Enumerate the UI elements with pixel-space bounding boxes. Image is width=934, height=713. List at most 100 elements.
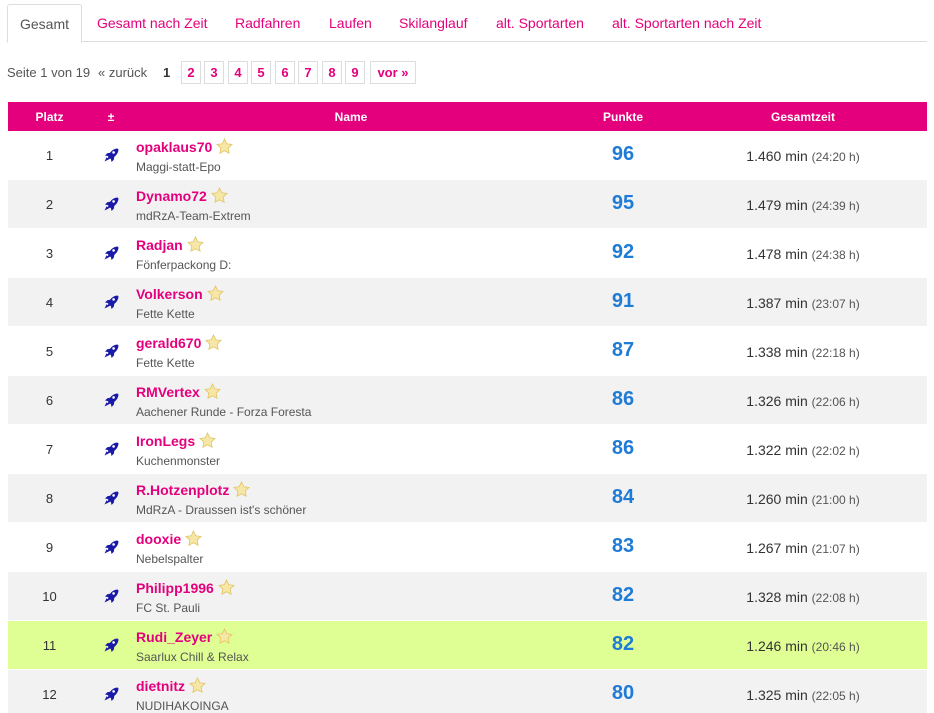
user-name: gerald670	[136, 335, 202, 351]
tab-gesamt-nach-zeit[interactable]: Gesamt nach Zeit	[97, 4, 208, 42]
table-row: 12 dietnitz NUDIHAKOINGA 80 1.325 min (22:05…	[8, 670, 927, 713]
tab-radfahren[interactable]: Radfahren	[235, 4, 300, 42]
page-link-4[interactable]: 4	[228, 61, 248, 84]
rank-cell: 2	[45, 197, 54, 212]
rank-cell: 10	[42, 589, 57, 604]
time-hours: (24:38 h)	[811, 248, 860, 262]
user-name-link[interactable]: dietnitz	[136, 677, 206, 694]
tab-alt-sportarten-nach-zeit[interactable]: alt. Sportarten nach Zeit	[612, 4, 761, 42]
rank-cell: 8	[45, 491, 54, 506]
team-name: Maggi-statt-Epo	[136, 160, 221, 174]
rocket-icon	[103, 294, 119, 310]
total-time: 1.328 min (22:08 h)	[698, 589, 908, 605]
time-hours: (21:07 h)	[811, 542, 860, 556]
page-link-9[interactable]: 9	[345, 61, 365, 84]
table-row: 7 IronLegs Kuchenmonster 86 1.322 min (22:02…	[8, 425, 927, 474]
rank-cell: 3	[45, 246, 54, 261]
total-time: 1.260 min (21:00 h)	[698, 491, 908, 507]
points-value: 87	[611, 339, 635, 361]
user-name: Radjan	[136, 237, 183, 253]
current-page: 1	[163, 65, 171, 80]
user-name: Rudi_Zeyer	[136, 629, 213, 645]
points-value: 83	[611, 535, 635, 557]
header-platz: Platz	[35, 110, 64, 124]
table-row: 4 Volkerson Fette Kette 91 1.387 min (23:07 …	[8, 278, 927, 327]
time-minutes: 1.267 min	[746, 540, 808, 556]
time-hours: (22:02 h)	[811, 444, 860, 458]
user-name-link[interactable]: Radjan	[136, 236, 204, 253]
total-time: 1.322 min (22:02 h)	[698, 442, 908, 458]
rocket-icon	[103, 637, 119, 653]
page-link-2[interactable]: 2	[181, 61, 201, 84]
ranking-table: Platz ± Name Punkte Gesamtzeit 1 opaklaus…	[8, 102, 927, 713]
time-hours: (24:20 h)	[811, 150, 860, 164]
team-name: Fönferpackong D:	[136, 258, 232, 272]
table-body: 1 opaklaus70 Maggi-statt-Epo 96 1.460 min (2…	[8, 131, 927, 713]
star-icon	[233, 481, 251, 498]
user-name: opaklaus70	[136, 139, 213, 155]
time-minutes: 1.325 min	[746, 687, 808, 703]
user-name: Dynamo72	[136, 188, 207, 204]
page-link-3[interactable]: 3	[204, 61, 224, 84]
page-link-7[interactable]: 7	[298, 61, 318, 84]
team-name: Fette Kette	[136, 356, 195, 370]
rocket-icon	[103, 147, 119, 163]
points-value: 80	[611, 682, 635, 704]
time-hours: (21:00 h)	[811, 493, 860, 507]
rank-cell: 12	[42, 687, 57, 702]
user-name-link[interactable]: gerald670	[136, 334, 223, 351]
user-name: dooxie	[136, 531, 182, 547]
time-minutes: 1.328 min	[746, 589, 808, 605]
star-icon	[203, 383, 221, 400]
user-name: IronLegs	[136, 433, 196, 449]
time-minutes: 1.479 min	[746, 197, 808, 213]
tab-skilanglauf[interactable]: Skilanglauf	[399, 4, 468, 42]
page-link-6[interactable]: 6	[275, 61, 295, 84]
user-name-link[interactable]: IronLegs	[136, 432, 217, 449]
header-name: Name	[334, 110, 368, 124]
user-name-link[interactable]: Dynamo72	[136, 187, 228, 204]
page-link-5[interactable]: 5	[251, 61, 271, 84]
user-name-link[interactable]: dooxie	[136, 530, 203, 547]
time-minutes: 1.322 min	[746, 442, 808, 458]
rocket-icon	[103, 343, 119, 359]
time-hours: (23:07 h)	[811, 297, 860, 311]
points-value: 96	[611, 143, 635, 165]
tab-gesamt[interactable]: Gesamt	[7, 4, 83, 43]
time-minutes: 1.326 min	[746, 393, 808, 409]
user-name: dietnitz	[136, 678, 185, 694]
star-icon	[216, 628, 234, 645]
team-name: MdRzA - Draussen ist's schöner	[136, 503, 307, 517]
header-plusminus: ±	[107, 110, 115, 124]
rocket-icon	[103, 539, 119, 555]
table-row: 10 Philipp1996 FC St. Pauli 82 1.328 min (22…	[8, 572, 927, 621]
rank-cell: 5	[45, 344, 54, 359]
team-name: mdRzA-Team-Extrem	[136, 209, 251, 223]
user-name-link[interactable]: Philipp1996	[136, 579, 235, 596]
tab-alt-sportarten[interactable]: alt. Sportarten	[496, 4, 584, 42]
tab-laufen[interactable]: Laufen	[329, 4, 372, 42]
user-name-link[interactable]: R.Hotzenplotz	[136, 481, 251, 498]
user-name-link[interactable]: Volkerson	[136, 285, 224, 302]
star-icon	[185, 530, 203, 547]
user-name: Philipp1996	[136, 580, 214, 596]
page-link-8[interactable]: 8	[322, 61, 342, 84]
rank-cell: 7	[45, 442, 54, 457]
user-name-link[interactable]: Rudi_Zeyer	[136, 628, 234, 645]
table-row: 9 dooxie Nebelspalter 83 1.267 min (21:07 h)	[8, 523, 927, 572]
table-row: 1 opaklaus70 Maggi-statt-Epo 96 1.460 min (2…	[8, 131, 927, 180]
table-row: 5 gerald670 Fette Kette 87 1.338 min (22:18 …	[8, 327, 927, 376]
next-page-link[interactable]: vor »	[370, 61, 416, 84]
rocket-icon	[103, 686, 119, 702]
user-name-link[interactable]: RMVertex	[136, 383, 221, 400]
rank-cell: 9	[45, 540, 54, 555]
star-icon	[217, 579, 235, 596]
tab-bar: Gesamt Gesamt nach Zeit Radfahren Laufen…	[7, 4, 927, 43]
points-value: 82	[611, 633, 635, 655]
time-minutes: 1.478 min	[746, 246, 808, 262]
user-name: RMVertex	[136, 384, 200, 400]
star-icon	[210, 187, 228, 204]
user-name-link[interactable]: opaklaus70	[136, 138, 234, 155]
header-punkte: Punkte	[602, 110, 643, 124]
total-time: 1.479 min (24:39 h)	[698, 197, 908, 213]
